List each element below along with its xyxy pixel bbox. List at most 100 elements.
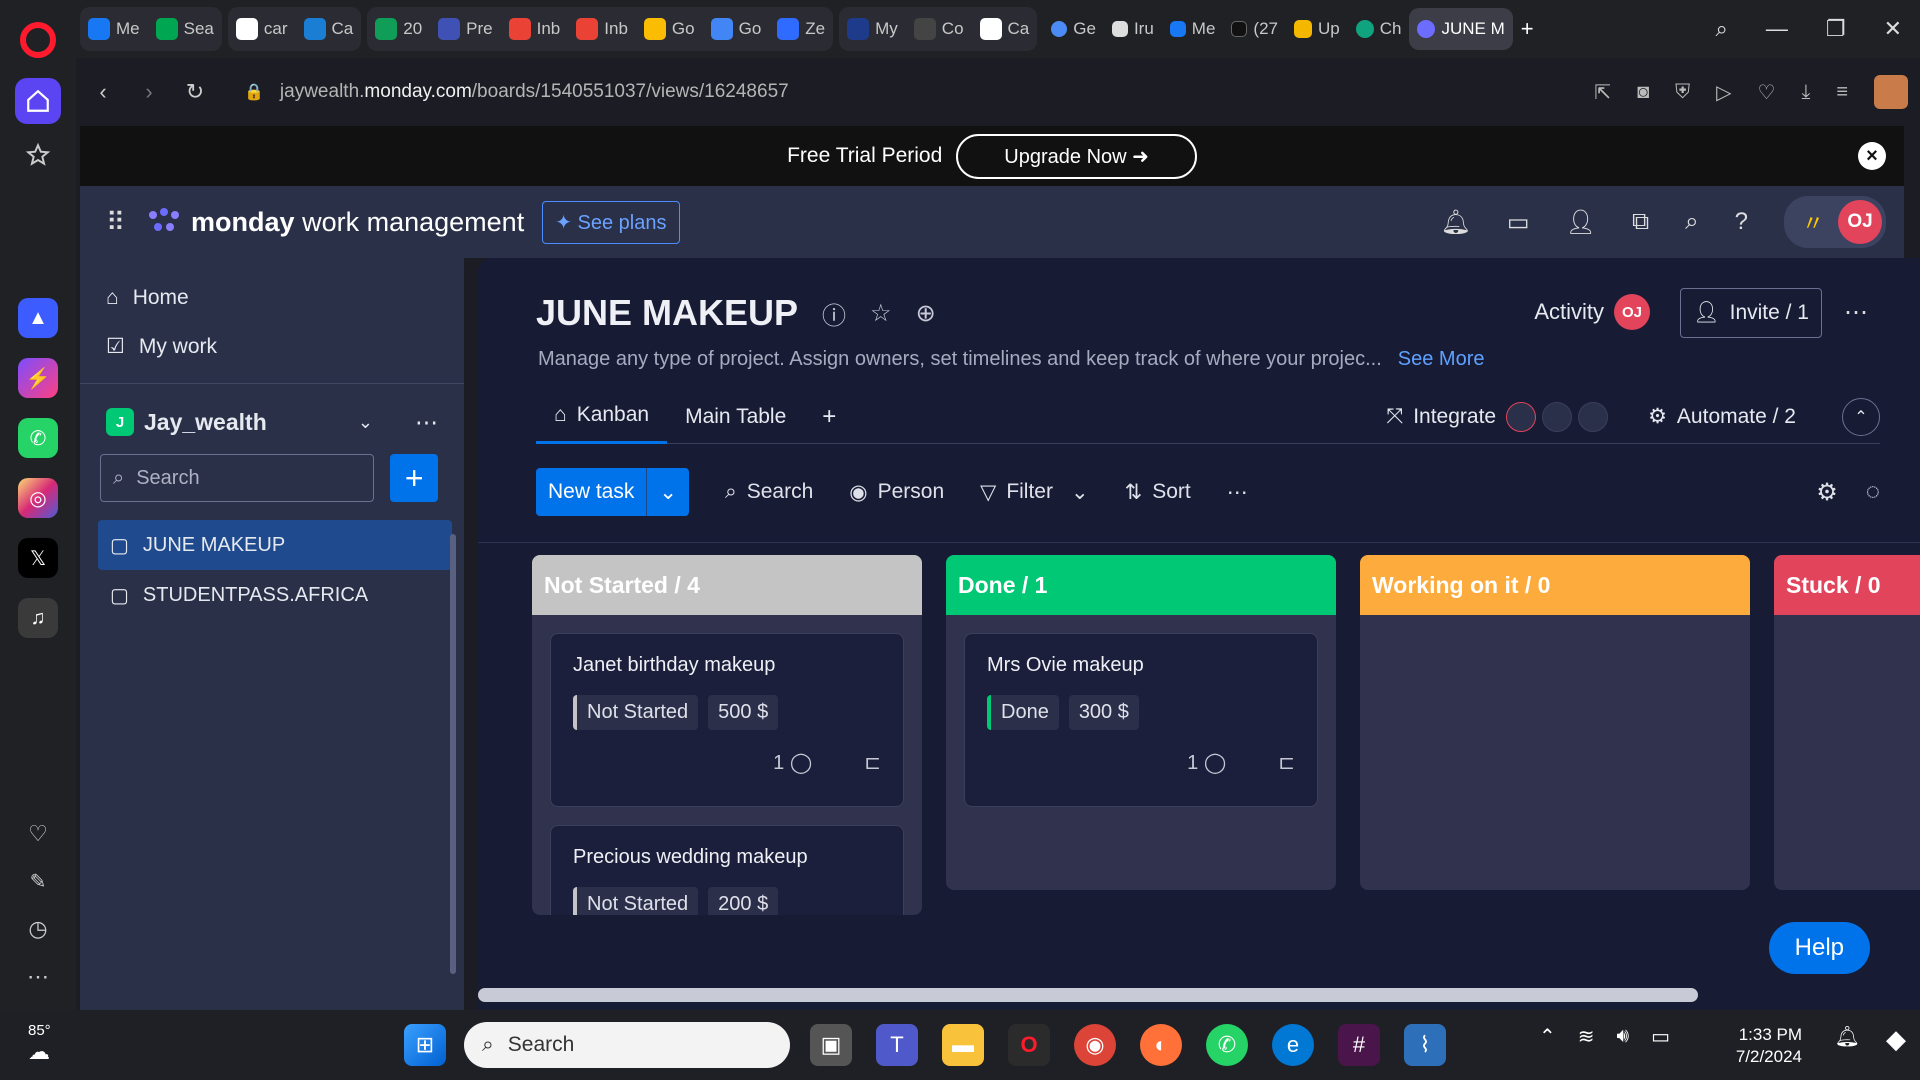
browser-tab[interactable]: My <box>839 8 906 50</box>
restore-icon[interactable]: ❐ <box>1826 16 1846 42</box>
chevron-down-icon[interactable]: ⌄ <box>358 412 373 433</box>
aria-app-icon[interactable]: ▲ <box>18 298 58 338</box>
browser-tab[interactable]: Go <box>703 8 770 50</box>
edit-icon[interactable]: ✎ <box>30 869 47 894</box>
chevron-up-icon[interactable]: ⌃ <box>1539 1024 1556 1049</box>
add-view-button[interactable]: + <box>804 390 854 444</box>
wifi-icon[interactable]: ≋ <box>1578 1024 1595 1049</box>
slack-icon[interactable]: # <box>1338 1024 1380 1066</box>
weather-widget[interactable]: 85° ☁ <box>28 1022 51 1065</box>
windows-start-icon[interactable]: ⊞ <box>404 1024 446 1066</box>
firefox-icon[interactable]: ◐ <box>1140 1024 1182 1066</box>
sidebar-scrollbar[interactable] <box>450 534 456 974</box>
download-icon[interactable]: ⤓ <box>1801 81 1810 104</box>
filter-button[interactable]: ▽ Filter ⌄ <box>980 480 1088 505</box>
kanban-card[interactable]: Janet birthday makeup Not Started 500 $ … <box>550 633 904 807</box>
browser-tab[interactable]: car <box>228 8 296 50</box>
profile-avatar[interactable] <box>1874 75 1908 109</box>
close-banner-icon[interactable]: × <box>1858 142 1886 170</box>
browser-tab[interactable]: Inb <box>568 8 636 50</box>
user-avatar[interactable]: OJ <box>1838 200 1882 244</box>
invite-button[interactable]: 👤︎ Invite / 1 <box>1679 288 1822 338</box>
kanban-card[interactable]: Mrs Ovie makeup Done 300 $ 1 ◯ ⊏ <box>964 633 1318 807</box>
column-header[interactable]: Working on it / 0 <box>1360 555 1750 615</box>
browser-tab[interactable]: Me <box>1162 8 1224 50</box>
back-icon[interactable]: ‹ <box>80 79 126 105</box>
task-view-icon[interactable]: ▣ <box>810 1024 852 1066</box>
messenger-app-icon[interactable]: ⚡ <box>18 358 58 398</box>
tab-main-table[interactable]: Main Table <box>667 390 804 444</box>
upgrade-now-button[interactable]: Upgrade Now ➜ <box>956 133 1197 179</box>
subitems-icon[interactable]: ⊏ <box>1278 750 1295 775</box>
opera-logo-icon[interactable] <box>20 22 56 58</box>
help-icon[interactable]: ? <box>1735 208 1748 236</box>
product-switcher[interactable]: 〃 OJ <box>1783 196 1886 248</box>
history-icon[interactable]: ◷ <box>28 916 47 942</box>
amount-badge[interactable]: 500 $ <box>708 695 779 730</box>
url-field[interactable]: 🔒 jaywealth.monday.com/boards/1540551037… <box>244 81 789 103</box>
whatsapp-app-icon[interactable]: ✆ <box>18 418 58 458</box>
browser-tab[interactable]: Me <box>80 8 148 50</box>
bell-icon[interactable]: 🔔︎ <box>1440 208 1470 237</box>
taskbar-search[interactable]: ⌕ Search <box>464 1022 790 1068</box>
see-plans-button[interactable]: ✦ See plans <box>542 200 680 244</box>
search-button[interactable]: ⌕ Search <box>725 480 813 504</box>
chart-app-icon[interactable]: ⌇ <box>1404 1024 1446 1066</box>
browser-tab[interactable]: Ca <box>296 8 362 50</box>
notification-bell-icon[interactable]: 🔔︎ <box>1835 1024 1860 1049</box>
close-window-icon[interactable]: ✕ <box>1884 16 1902 42</box>
new-task-button[interactable]: New task ⌄ <box>536 468 689 516</box>
board-item-studentpass[interactable]: ▢ STUDENTPASS.AFRICA <box>98 570 452 620</box>
browser-tab[interactable]: Pre <box>430 8 500 50</box>
invite-members-icon[interactable]: 👤︎ <box>1566 208 1596 237</box>
inbox-icon[interactable]: ▭ <box>1507 208 1530 237</box>
board-item-june-makeup[interactable]: ▢ JUNE MAKEUP <box>98 520 452 570</box>
horizontal-scrollbar[interactable] <box>478 988 1698 1002</box>
more-icon[interactable]: ⋯ <box>27 964 49 990</box>
workspace-more-icon[interactable]: ⋯ <box>415 409 438 436</box>
heart-icon[interactable]: ♡ <box>1758 80 1776 105</box>
opera-bookmarks-button[interactable] <box>15 132 61 178</box>
status-badge[interactable]: Not Started <box>573 887 699 915</box>
forward-icon[interactable]: › <box>126 79 172 105</box>
heart-icon[interactable]: ♡ <box>28 821 48 847</box>
board-updates-icon[interactable]: ⊕ <box>916 299 936 328</box>
column-header[interactable]: Done / 1 <box>946 555 1336 615</box>
toolbar-more-icon[interactable]: ⋯ <box>1227 480 1248 505</box>
browser-tab-active[interactable]: JUNE M <box>1409 8 1513 50</box>
column-header[interactable]: Not Started / 4 <box>532 555 922 615</box>
board-more-icon[interactable]: ⋯ <box>1844 298 1870 327</box>
file-explorer-icon[interactable]: ▬ <box>942 1024 984 1066</box>
person-filter-button[interactable]: ◉ Person <box>849 480 944 505</box>
opera-home-button[interactable] <box>15 78 61 124</box>
integrate-button[interactable]: ⤧ Integrate <box>1386 401 1609 432</box>
play-icon[interactable]: ▷ <box>1716 80 1731 105</box>
board-chat-icon[interactable]: ◌ <box>1866 478 1880 507</box>
amount-badge[interactable]: 200 $ <box>708 887 779 915</box>
x-app-icon[interactable]: 𝕏 <box>18 538 58 578</box>
add-item-button[interactable]: + <box>390 454 438 502</box>
minimize-icon[interactable]: — <box>1766 16 1788 42</box>
collapse-header-icon[interactable]: ⌃ <box>1842 397 1880 436</box>
tab-kanban[interactable]: ⌂ Kanban <box>536 390 668 444</box>
browser-tab[interactable]: (27 <box>1223 8 1286 50</box>
battery-icon[interactable]: ▭ <box>1651 1024 1670 1049</box>
kanban-card[interactable]: Precious wedding makeup Not Started 200 … <box>550 825 904 915</box>
volume-icon[interactable]: 🔊︎ <box>1616 1025 1629 1048</box>
nav-home[interactable]: ⌂ Home <box>106 286 464 310</box>
menu-icon[interactable]: ≡ <box>1836 81 1848 104</box>
browser-tab[interactable]: Co <box>906 8 972 50</box>
browser-tab[interactable]: Iru <box>1104 8 1162 50</box>
browser-tab[interactable]: Sea <box>148 8 222 50</box>
apps-puzzle-icon[interactable]: ⧉ <box>1632 208 1649 236</box>
comments-count[interactable]: 1 ◯ <box>773 750 812 775</box>
camera-icon[interactable]: ◙ <box>1637 81 1649 104</box>
share-icon[interactable]: ⇱ <box>1594 80 1611 105</box>
favorite-star-icon[interactable]: ☆ <box>870 299 892 328</box>
column-header[interactable]: Stuck / 0 <box>1774 555 1920 615</box>
edge-icon[interactable]: e <box>1272 1024 1314 1066</box>
browser-tab[interactable]: Go <box>636 8 703 50</box>
help-button[interactable]: Help <box>1768 922 1870 974</box>
amount-badge[interactable]: 300 $ <box>1068 695 1139 730</box>
see-more-link[interactable]: See More <box>1398 348 1485 370</box>
